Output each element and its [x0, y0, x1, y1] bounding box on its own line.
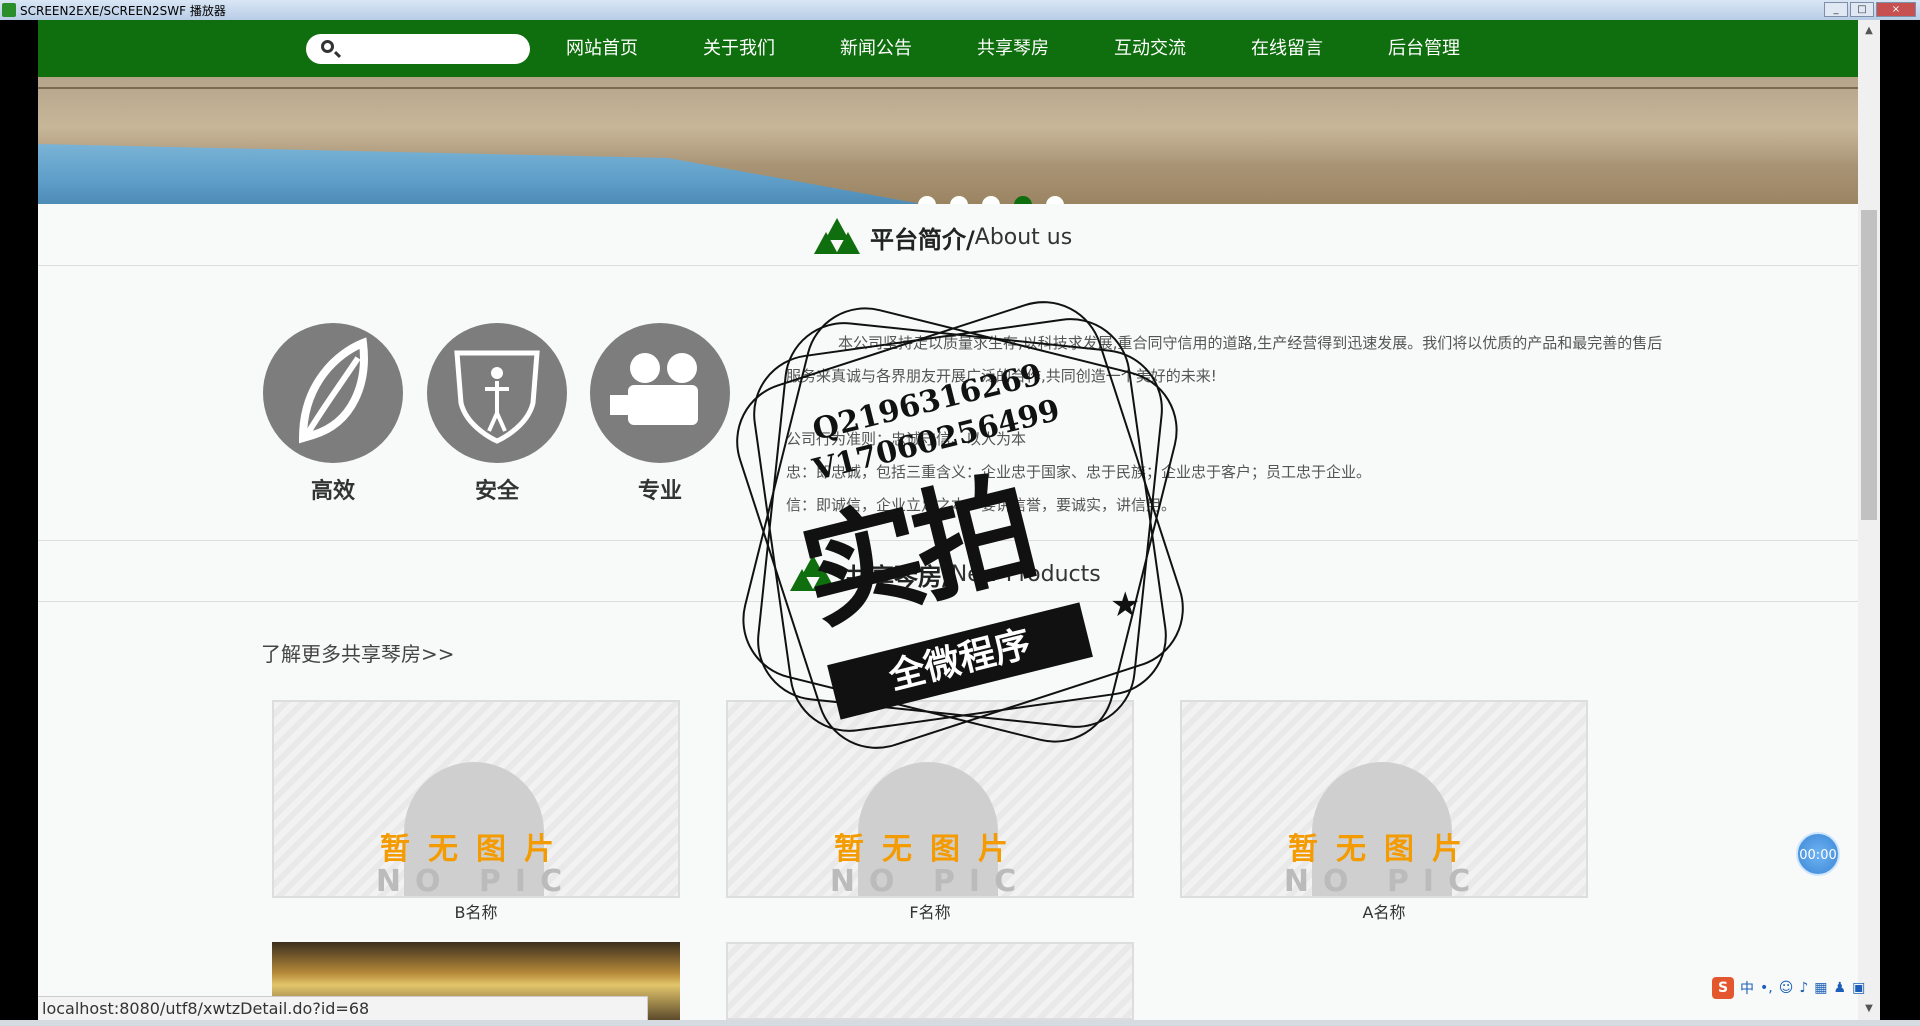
window-controls: _ □ ×: [1824, 2, 1916, 17]
feature-label: 专业: [637, 479, 682, 504]
carousel-dots: [918, 196, 1064, 204]
scrollbar-thumb[interactable]: [1861, 210, 1877, 520]
nav-item-forum[interactable]: 互动交流: [1114, 20, 1251, 77]
page-viewport: 网站首页 关于我们 新闻公告 共享琴房 互动交流 在线留言 后台管理 平台简介/…: [38, 20, 1858, 1020]
window-bottom-edge: [0, 1020, 1920, 1026]
product-card-image[interactable]: 暂无图片 NO PIC: [272, 700, 680, 898]
about-section-header: 平台简介/ About us: [38, 204, 1858, 266]
product-card-image[interactable]: 暂无图片 NO PIC: [726, 700, 1134, 898]
close-button[interactable]: ×: [1876, 2, 1916, 17]
product-card-name[interactable]: F名称: [726, 899, 1134, 923]
scroll-up-icon[interactable]: ▲: [1858, 22, 1880, 40]
product-card-image[interactable]: [726, 942, 1134, 1020]
feature-safe: 安全: [427, 323, 567, 505]
sogou-logo-icon[interactable]: S: [1712, 977, 1734, 999]
nav-item-messages[interactable]: 在线留言: [1251, 20, 1388, 77]
product-card-image[interactable]: 暂无图片 NO PIC: [1180, 700, 1588, 898]
about-title-en: About us: [974, 224, 1073, 250]
no-pic-cn: 暂无图片: [834, 832, 1026, 867]
banner-carousel: [38, 77, 1858, 204]
ime-toolbar[interactable]: S 中 •, ☺ ♪ ▦ ♟ ▣: [1712, 976, 1880, 1000]
nav-item-home[interactable]: 网站首页: [566, 20, 703, 77]
minimize-button[interactable]: _: [1824, 2, 1848, 17]
app-icon: [2, 3, 16, 17]
window-title: SCREEN2EXE/SCREEN2SWF 播放器: [20, 3, 226, 18]
no-pic-en: NO PIC: [1283, 864, 1485, 898]
products-section-header: 共享琴房/ New Products: [38, 540, 1858, 602]
carousel-dot[interactable]: [918, 196, 936, 204]
about-title-cn: 平台简介/: [870, 225, 975, 254]
vertical-scrollbar[interactable]: [1858, 20, 1880, 1020]
nav-item-news[interactable]: 新闻公告: [840, 20, 977, 77]
right-border: [1880, 20, 1920, 1026]
carousel-dot-active[interactable]: [1014, 196, 1032, 204]
window-titlebar: SCREEN2EXE/SCREEN2SWF 播放器 _ □ ×: [0, 0, 1920, 20]
carousel-dot[interactable]: [1046, 196, 1064, 204]
maximize-button[interactable]: □: [1850, 2, 1874, 17]
no-pic-cn: 暂无图片: [380, 832, 572, 867]
no-pic-en: NO PIC: [375, 864, 577, 898]
product-card-name[interactable]: B名称: [272, 899, 680, 923]
feature-professional: 专业: [590, 323, 730, 505]
status-bar-url: localhost:8080/utf8/xwtzDetail.do?id=68: [38, 996, 648, 1020]
nav-item-about[interactable]: 关于我们: [703, 20, 840, 77]
nav-item-admin[interactable]: 后台管理: [1388, 20, 1525, 77]
carousel-dot[interactable]: [982, 196, 1000, 204]
products-title-cn: 共享琴房/: [846, 562, 951, 591]
ime-punctuation-icon[interactable]: •,: [1760, 980, 1773, 996]
about-paragraph: 忠：即忠诚，包括三重含义：企业忠于国家、忠于民族；企业忠于客户；员工忠于企业。: [786, 463, 1372, 481]
feature-label: 高效: [310, 479, 355, 504]
carousel-dot[interactable]: [950, 196, 968, 204]
search-input[interactable]: [306, 34, 530, 64]
keyboard-icon[interactable]: ▦: [1814, 980, 1827, 996]
search-icon: [321, 40, 334, 53]
feature-label: 安全: [474, 479, 519, 504]
about-paragraph: 本公司坚持走以质量求生存,以科技求发展,重合同守信用的道路,生产经营得到迅速发展…: [786, 334, 1663, 385]
about-paragraph: 公司行为准则：忠诚守信、以人为本: [786, 430, 1027, 448]
banner-fence: [38, 87, 1858, 89]
skin-icon[interactable]: ♟: [1834, 980, 1847, 996]
no-pic-en: NO PIC: [829, 864, 1031, 898]
recording-timer[interactable]: 00:00: [1796, 832, 1840, 876]
scroll-down-icon[interactable]: ▼: [1858, 1000, 1880, 1018]
tree-icon: [814, 218, 860, 256]
tree-icon: [790, 555, 836, 593]
main-nav: 网站首页 关于我们 新闻公告 共享琴房 互动交流 在线留言 后台管理: [38, 20, 1858, 77]
video-camera-icon: [590, 323, 730, 463]
product-card-name[interactable]: A名称: [1180, 899, 1588, 923]
about-text: 本公司坚持走以质量求生存,以科技求发展,重合同守信用的道路,生产经营得到迅速发展…: [786, 327, 1666, 522]
menu-grid-icon[interactable]: ▣: [1852, 980, 1865, 996]
emoji-icon[interactable]: ☺: [1779, 980, 1794, 996]
feature-efficient: 高效: [263, 323, 403, 505]
products-title-en: New Products: [950, 561, 1101, 587]
ime-language[interactable]: 中: [1740, 978, 1754, 998]
nav-item-piano-rooms[interactable]: 共享琴房: [977, 20, 1114, 77]
no-pic-cn: 暂无图片: [1288, 832, 1480, 867]
left-border: [0, 20, 38, 1026]
more-piano-rooms-link[interactable]: 了解更多共享琴房>>: [261, 638, 455, 667]
microphone-icon[interactable]: ♪: [1799, 980, 1808, 996]
banner-water: [38, 144, 938, 204]
about-paragraph: 信：即诚信，企业立足之本，要讲信誉，要诚实，讲信用。: [786, 496, 1177, 514]
nav-items: 网站首页 关于我们 新闻公告 共享琴房 互动交流 在线留言 后台管理: [566, 20, 1525, 77]
leaf-icon: [263, 323, 403, 463]
shield-icon: [427, 323, 567, 463]
